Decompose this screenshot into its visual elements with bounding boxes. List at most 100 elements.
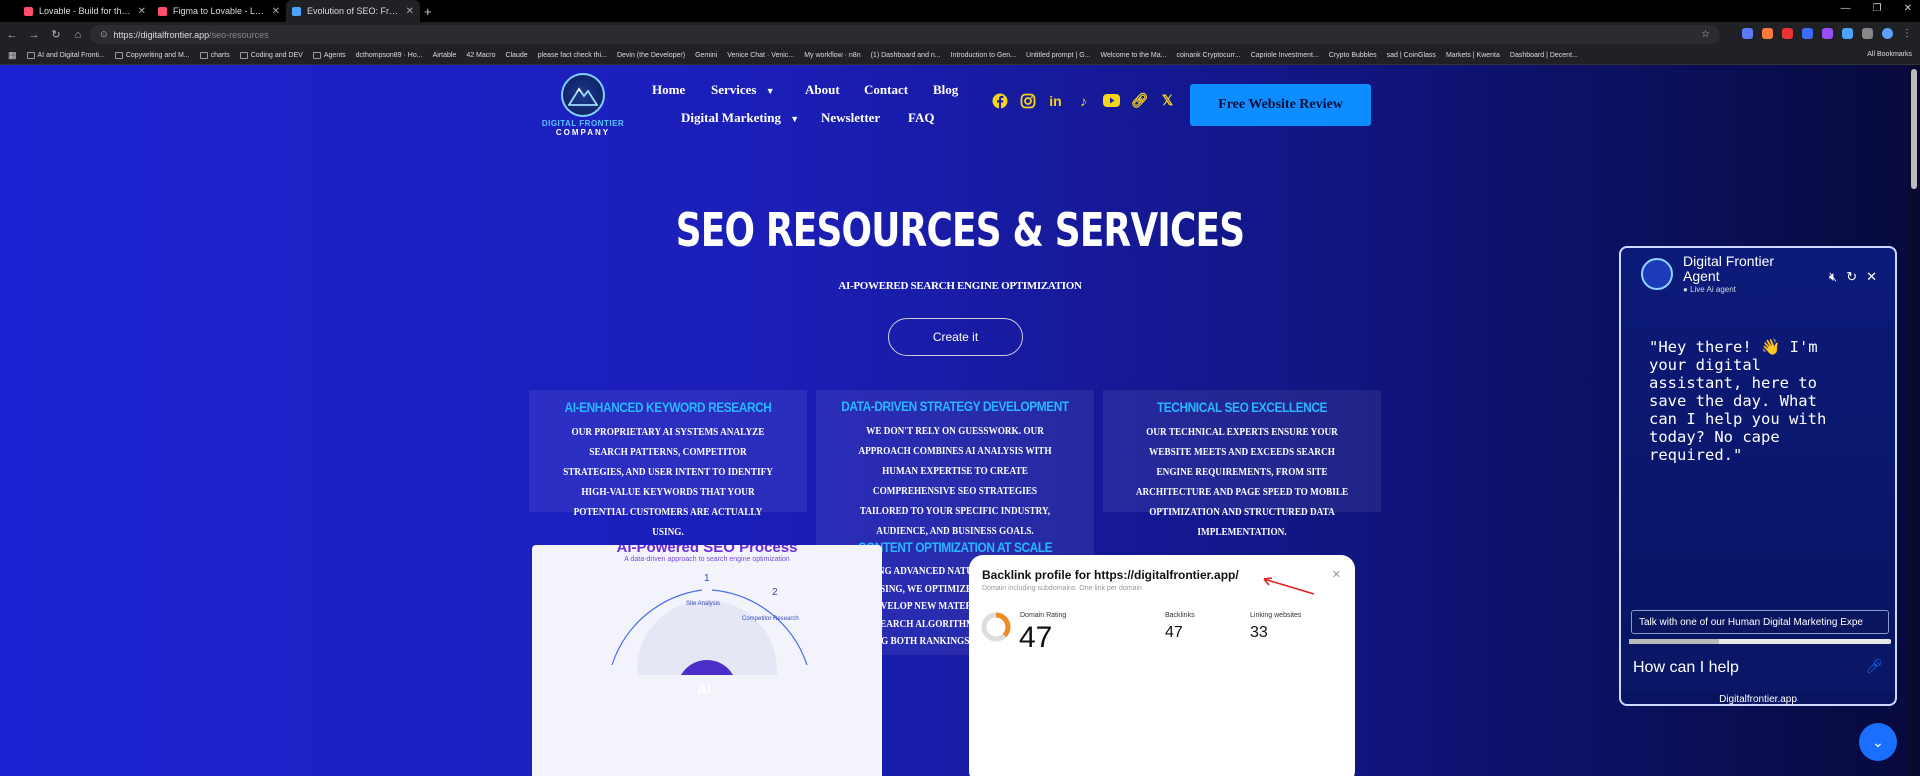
bookmark-item[interactable]: Venice Chat · Venic... — [727, 52, 794, 59]
nav-faq[interactable]: FAQ — [908, 110, 934, 126]
bookmark-item[interactable]: Welcome to the Ma... — [1100, 52, 1166, 59]
tiktok-icon[interactable]: ♪ — [1075, 92, 1092, 109]
instagram-icon[interactable] — [1019, 92, 1036, 109]
card-body: WE DON'T RELY ON GUESSWORK. OUR APPROACH… — [858, 426, 1052, 537]
bookmark-item[interactable]: Dashboard | Decent... — [1510, 52, 1578, 59]
extension-icon[interactable] — [1862, 28, 1873, 39]
forward-icon[interactable]: → — [24, 29, 44, 41]
page-scrollbar[interactable] — [1908, 65, 1920, 776]
bookmark-item[interactable]: Markets | Kwenta — [1446, 52, 1500, 59]
nav-blog[interactable]: Blog — [933, 82, 958, 98]
tab-figma-to-lovable[interactable]: Figma to Lovable - Lovable Do... ✕ — [152, 0, 286, 22]
site-logo[interactable]: DIGITAL FRONTIER COMPANY — [538, 73, 628, 137]
bookmark-item[interactable]: sad | CoinGlass — [1387, 52, 1436, 59]
bookmark-item[interactable]: Airtable — [433, 52, 457, 59]
all-bookmarks-folder[interactable]: All Bookmarks — [1867, 51, 1912, 58]
bookmark-label: My workflow · n8n — [804, 52, 861, 59]
red-arrow-annotation — [1263, 577, 1315, 595]
tab-lovable[interactable]: Lovable - Build for the web 20... ✕ — [18, 0, 152, 22]
bookmark-item[interactable]: Agents — [312, 52, 346, 59]
reload-icon[interactable]: ↻ — [46, 28, 66, 41]
new-tab-icon[interactable]: + — [424, 4, 432, 19]
close-window-icon[interactable]: ✕ — [1904, 3, 1912, 14]
caret-down-icon: ▼ — [790, 114, 800, 124]
talk-to-human-button[interactable]: Talk with one of our Human Digital Marke… — [1631, 610, 1889, 634]
extension-icon[interactable] — [1802, 28, 1813, 39]
caret-down-icon: ▼ — [765, 86, 775, 96]
extension-icon[interactable] — [1782, 28, 1793, 39]
home-icon[interactable]: ⌂ — [68, 29, 88, 41]
menu-icon[interactable]: ⋮ — [1902, 28, 1912, 39]
bookmark-item[interactable]: Introduction to Gen... — [951, 52, 1016, 59]
nav-home[interactable]: Home — [652, 82, 685, 98]
close-icon[interactable]: ✕ — [272, 6, 280, 17]
bookmark-star-icon[interactable]: ☆ — [1701, 29, 1710, 40]
x-twitter-icon[interactable]: 𝕏 — [1159, 92, 1176, 109]
bookmark-item[interactable]: Copywriting and M... — [114, 52, 190, 59]
maximize-icon[interactable]: ❐ — [1873, 3, 1882, 14]
seo-process-image: AI-Powered SEO Process A data-driven app… — [532, 545, 882, 776]
chat-toggle-button[interactable]: ⌄ — [1859, 723, 1897, 761]
process-center-label: AI — [697, 681, 711, 697]
close-icon[interactable]: ✕ — [1866, 269, 1877, 285]
mute-icon[interactable]: 🔇︎ — [1829, 269, 1837, 285]
bookmark-label: Introduction to Gen... — [950, 52, 1017, 59]
apps-icon[interactable]: ▦ — [8, 50, 17, 61]
bookmark-item[interactable]: 42 Macro — [466, 52, 495, 59]
nav-digital-marketing[interactable]: Digital Marketing ▼ — [681, 110, 799, 126]
bookmark-item[interactable]: Gemini — [695, 52, 717, 59]
bookmark-item[interactable]: Devin (the Developer) — [617, 52, 685, 59]
card-body: OUR TECHNICAL EXPERTS ENSURE YOUR WEBSIT… — [1135, 427, 1349, 538]
refresh-icon[interactable]: ↻ — [1846, 269, 1857, 285]
chat-footer: Digitalfrontier.app — [1719, 694, 1797, 705]
bookmark-item[interactable]: My workflow · n8n — [804, 52, 860, 59]
bookmark-item[interactable]: Coding and DEV — [239, 52, 303, 59]
nav-label: Digital Marketing — [681, 110, 782, 125]
backlinks-value: 47 — [1165, 624, 1183, 641]
chat-message-input[interactable]: How can I help 🎤︎ — [1621, 644, 1895, 692]
bookmark-label: please fact check thi... — [537, 52, 607, 59]
tab-evolution-of-seo[interactable]: Evolution of SEO: From Keywo... ✕ — [286, 0, 420, 22]
card-title: AI-ENHANCED KEYWORD RESEARCH — [564, 399, 772, 415]
url-input[interactable]: ⊙ https://digitalfrontier.app/seo-resour… — [90, 25, 1720, 44]
bookmark-item[interactable]: dcthompson89 · Ho... — [356, 52, 423, 59]
close-icon[interactable]: ✕ — [406, 6, 414, 17]
nav-services[interactable]: Services ▼ — [711, 82, 775, 98]
bookmark-label: sad | CoinGlass — [1386, 52, 1436, 59]
bookmark-item[interactable]: AI and Digital Fronti... — [26, 52, 105, 59]
free-website-review-button[interactable]: Free Website Review — [1190, 84, 1371, 126]
back-icon[interactable]: ← — [2, 29, 22, 41]
bookmark-item[interactable]: Crypto Bubbles — [1329, 52, 1377, 59]
tab-label: Evolution of SEO: From Keywo... — [307, 6, 400, 16]
extensions-toolbar: ⋮ — [1742, 28, 1912, 39]
extension-icon[interactable] — [1762, 28, 1773, 39]
create-it-button[interactable]: Create it — [888, 318, 1023, 356]
bookmark-item[interactable]: coinank Cryptocurr... — [1176, 52, 1240, 59]
nav-about[interactable]: About — [805, 82, 840, 98]
extension-icon[interactable] — [1822, 28, 1833, 39]
microphone-icon[interactable]: 🎤︎ — [1865, 658, 1883, 675]
nav-newsletter[interactable]: Newsletter — [821, 110, 880, 126]
minimize-icon[interactable]: — — [1841, 3, 1851, 14]
facebook-icon[interactable] — [991, 92, 1008, 109]
extension-icon[interactable] — [1842, 28, 1853, 39]
bookmark-item[interactable]: charts — [199, 52, 230, 59]
bookmark-item[interactable]: Claude — [506, 52, 528, 59]
extension-icon[interactable] — [1882, 28, 1893, 39]
bookmark-item[interactable]: Capriole Investment... — [1251, 52, 1319, 59]
step-number: 2 — [772, 587, 778, 598]
nav-contact[interactable]: Contact — [864, 82, 908, 98]
linkedin-icon[interactable]: in — [1047, 92, 1064, 109]
lovable-icon — [158, 6, 167, 16]
bookmark-item[interactable]: (1) Dashboard and n... — [871, 52, 941, 59]
site-info-icon[interactable]: ⊙ — [100, 29, 108, 40]
close-icon[interactable]: ✕ — [138, 6, 146, 17]
scrollbar-thumb[interactable] — [1911, 69, 1917, 189]
domain-rating-gauge — [981, 612, 1011, 642]
extension-icon[interactable] — [1742, 28, 1753, 39]
bookmark-item[interactable]: please fact check thi... — [538, 52, 607, 59]
backlink-title: Backlink profile for https://digitalfron… — [982, 568, 1239, 582]
link-icon[interactable]: 🔗︎ — [1131, 92, 1149, 109]
youtube-icon[interactable] — [1103, 92, 1120, 109]
bookmark-item[interactable]: Untitled prompt | G... — [1026, 52, 1090, 59]
